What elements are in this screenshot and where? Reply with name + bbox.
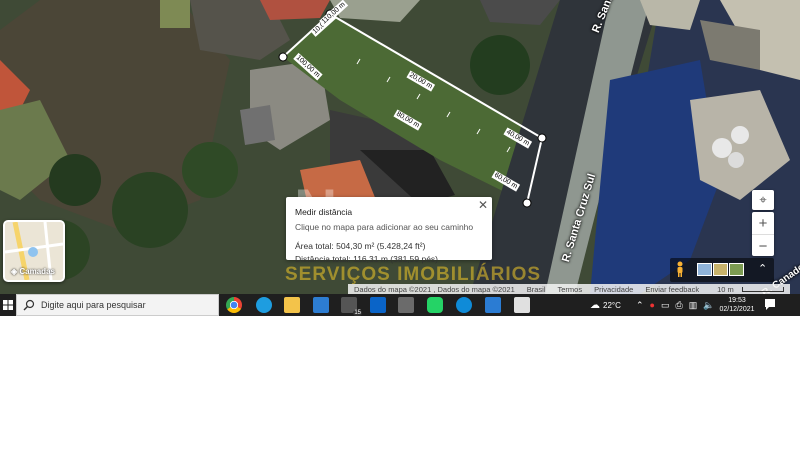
mail-icon[interactable]: 15 bbox=[341, 297, 362, 316]
system-tray: ⌃ ● ▭ ⎙ ▥ 🔈 bbox=[636, 294, 714, 316]
crosshair-icon: ⌖ bbox=[759, 192, 767, 207]
system-clock[interactable]: 19:53 02/12/2021 bbox=[716, 296, 758, 314]
search-icon bbox=[23, 299, 35, 311]
measure-distance-popup: Medir distância ✕ Clique no mapa para ad… bbox=[286, 197, 492, 264]
feedback-link[interactable]: Enviar feedback bbox=[639, 285, 705, 294]
network-icon[interactable]: ▥ bbox=[689, 300, 698, 311]
popup-total-area: Área total: 504,30 m² (5.428,24 ft²) bbox=[295, 241, 426, 251]
measure-label-60: 60,00 m bbox=[493, 172, 519, 191]
scanner-icon[interactable] bbox=[398, 297, 414, 313]
measure-label-100: 100,00 m bbox=[295, 54, 321, 79]
cloud-icon: ☁ bbox=[590, 299, 600, 311]
taskbar-search[interactable]: Digite aqui para pesquisar bbox=[16, 294, 219, 316]
street-view-strip: ⌃ bbox=[670, 258, 774, 282]
measure-label-40: 40,00 m bbox=[505, 129, 531, 148]
close-icon[interactable]: ✕ bbox=[478, 198, 488, 212]
measure-vertex[interactable] bbox=[278, 52, 288, 62]
start-button[interactable] bbox=[0, 294, 16, 316]
measure-label-80: 80,00 m bbox=[395, 111, 421, 130]
tray-app-icon[interactable]: ▭ bbox=[661, 300, 670, 311]
search-placeholder: Digite aqui para pesquisar bbox=[41, 300, 146, 310]
edge-icon[interactable] bbox=[456, 297, 472, 313]
imagery-thumb[interactable] bbox=[729, 263, 744, 276]
measure-vertex[interactable] bbox=[522, 198, 532, 208]
mail-badge: 15 bbox=[353, 310, 362, 316]
country-link[interactable]: Brasil bbox=[521, 285, 552, 294]
printer-icon[interactable]: ⎙ bbox=[676, 300, 683, 311]
chrome-icon[interactable] bbox=[226, 297, 242, 313]
imagery-thumb[interactable] bbox=[697, 263, 712, 276]
satellite-map[interactable]: Nova SERVIÇOS IMOBILIÁRIOS 10,00 m 100,0… bbox=[0, 0, 800, 294]
weather-widget[interactable]: ☁ 22°C bbox=[590, 294, 621, 316]
whatsapp-icon[interactable] bbox=[427, 297, 443, 313]
zoom-out-button[interactable]: − bbox=[752, 235, 774, 257]
popup-hint: Clique no mapa para adicionar ao seu cam… bbox=[295, 222, 474, 232]
measure-label-20: 20,00 m bbox=[408, 72, 434, 91]
xampp-icon[interactable] bbox=[485, 297, 501, 313]
outlook-icon[interactable] bbox=[370, 297, 386, 313]
file-explorer-icon[interactable] bbox=[284, 297, 300, 313]
map-attribution: Dados do mapa ©2021 , Dados do mapa ©202… bbox=[348, 284, 790, 294]
terms-link[interactable]: Termos bbox=[552, 285, 589, 294]
map-data-credit: Dados do mapa ©2021 , Dados do mapa ©202… bbox=[354, 284, 515, 294]
measure-vertex[interactable] bbox=[537, 133, 547, 143]
store-icon[interactable] bbox=[313, 297, 329, 313]
edge-legacy-icon[interactable] bbox=[256, 297, 272, 313]
layers-label: ◈ Camadas bbox=[11, 267, 55, 276]
pegman-icon[interactable] bbox=[675, 261, 685, 277]
weather-temp: 22°C bbox=[603, 300, 621, 310]
zoom-control: + − bbox=[752, 212, 774, 256]
clock-date: 02/12/2021 bbox=[719, 306, 755, 313]
taskbar: Digite aqui para pesquisar 15 ☁ 22°C ⌃ ●… bbox=[0, 294, 800, 316]
notification-icon[interactable] bbox=[765, 299, 775, 310]
tray-app-icon[interactable]: ● bbox=[650, 300, 655, 310]
layers-icon: ◈ bbox=[11, 267, 18, 276]
popup-title: Medir distância bbox=[295, 207, 353, 217]
volume-icon[interactable]: 🔈 bbox=[703, 300, 714, 311]
windows-icon bbox=[3, 300, 13, 310]
expand-icon[interactable]: ⌃ bbox=[758, 262, 767, 275]
my-location-button[interactable]: ⌖ bbox=[752, 190, 774, 210]
scale-bar[interactable]: 10 m bbox=[705, 285, 790, 294]
chevron-up-icon[interactable]: ⌃ bbox=[636, 300, 644, 311]
paint-icon[interactable] bbox=[514, 297, 530, 313]
imagery-thumb[interactable] bbox=[713, 263, 728, 276]
clock-time: 19:53 bbox=[728, 297, 746, 304]
popup-total-distance: Distância total: 116,31 m (381,59 pés) bbox=[295, 254, 439, 264]
zoom-in-button[interactable]: + bbox=[752, 212, 774, 234]
layers-button[interactable]: ◈ Camadas bbox=[3, 220, 65, 282]
privacy-link[interactable]: Privacidade bbox=[588, 285, 639, 294]
